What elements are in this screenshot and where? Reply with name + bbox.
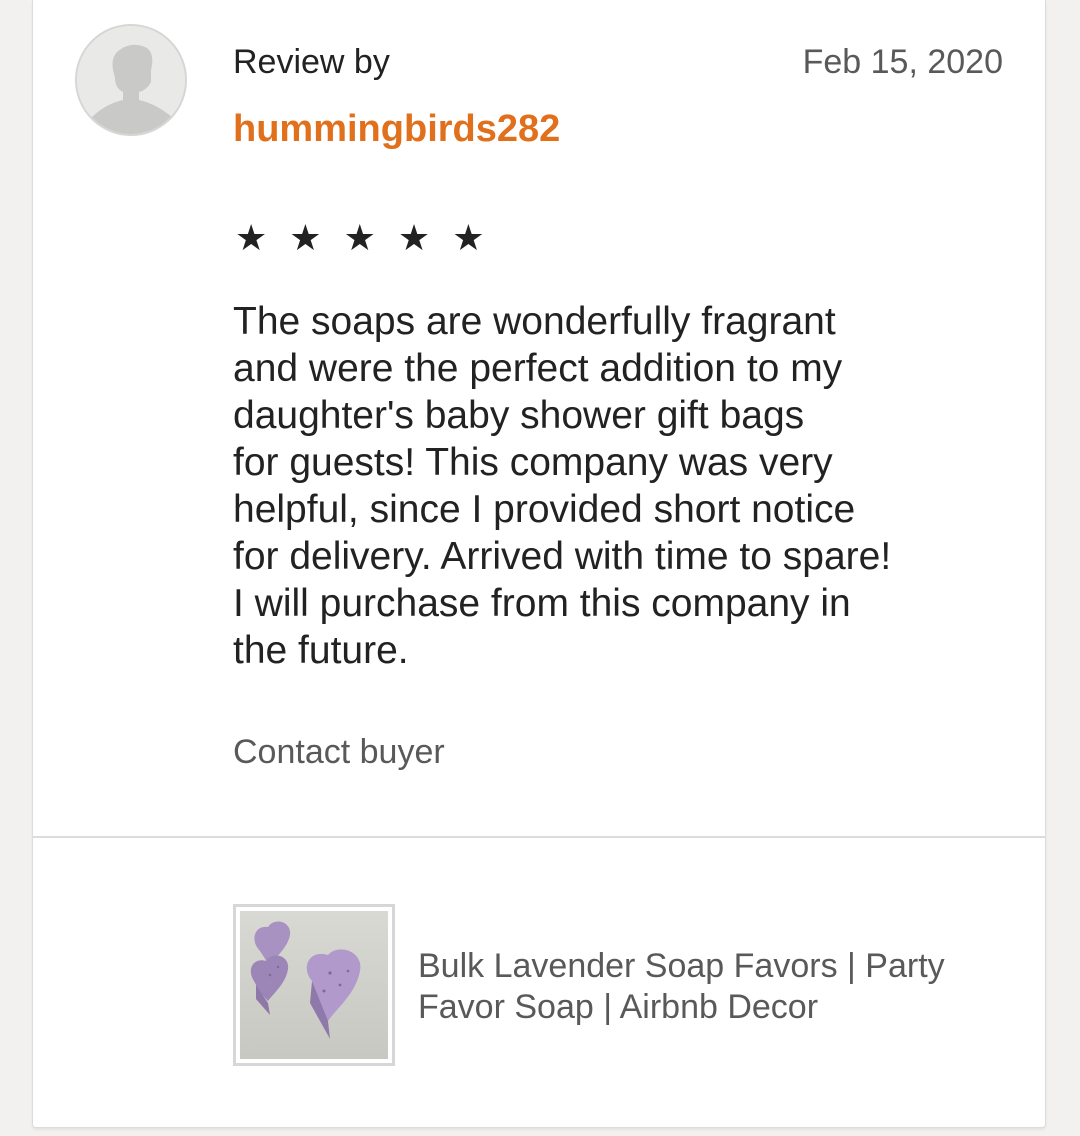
listing-thumbnail[interactable] [233,904,395,1066]
review-by-label: Review by [233,43,390,81]
lavender-soap-image [240,911,388,1059]
review-card: Review by Feb 15, 2020 hummingbirds282 ★… [32,0,1046,1128]
star-icon: ★ [343,217,382,258]
contact-buyer-link[interactable]: Contact buyer [233,730,445,774]
divider [33,836,1045,838]
star-rating: ★ ★ ★ ★ ★ [235,218,490,258]
star-icon: ★ [235,217,274,258]
star-icon: ★ [397,217,437,258]
avatar[interactable] [75,24,187,136]
review-date: Feb 15, 2020 [802,43,1003,81]
user-silhouette-icon [77,26,185,134]
star-icon: ★ [452,217,491,258]
reviewer-username-link[interactable]: hummingbirds282 [233,106,560,152]
listing-title-link[interactable]: Bulk Lavender Soap Favors | Party Favor … [418,946,1018,1028]
review-text: The soaps are wonderfully fragrant and w… [233,300,892,672]
star-icon: ★ [289,217,328,258]
